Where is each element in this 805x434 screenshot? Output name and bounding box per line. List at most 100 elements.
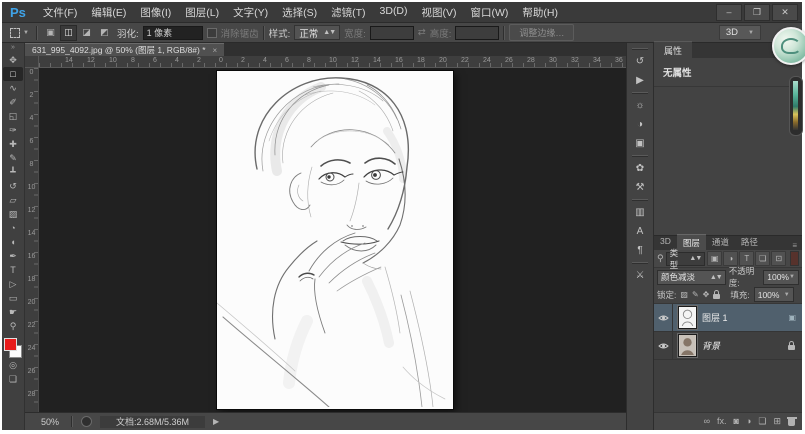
crop-tool[interactable]: ◱ bbox=[3, 109, 23, 123]
tool-preset-picker[interactable]: ▼ bbox=[7, 27, 32, 38]
shape-tool[interactable]: ▭ bbox=[3, 291, 23, 305]
feather-input[interactable]: 1 像素 bbox=[142, 25, 203, 40]
ruler-origin-corner[interactable] bbox=[25, 56, 39, 68]
paragraph-panel-icon[interactable]: ¶ bbox=[629, 241, 651, 260]
brush-presets-panel-icon[interactable]: ⚒ bbox=[629, 178, 651, 197]
layer-name[interactable]: 图层 1 bbox=[702, 311, 728, 324]
filter-shape-layers-icon[interactable]: ❏ bbox=[755, 251, 771, 266]
filter-adjustment-layers-icon[interactable]: ◑ bbox=[723, 251, 739, 266]
history-brush-tool[interactable]: ↺ bbox=[3, 179, 23, 193]
hand-tool[interactable]: ☛ bbox=[3, 305, 23, 319]
filter-kind-select[interactable]: 类型 ▲▼ bbox=[665, 248, 706, 270]
menu-file[interactable]: 文件(F) bbox=[36, 5, 84, 20]
menu-view[interactable]: 视图(V) bbox=[415, 5, 464, 20]
toolbar-collapse-icon[interactable]: » bbox=[11, 43, 15, 53]
close-button[interactable]: ✕ bbox=[772, 3, 798, 21]
menu-filter[interactable]: 滤镜(T) bbox=[324, 5, 372, 20]
screen-mode-button[interactable]: ❏ bbox=[3, 372, 23, 386]
panel-menu-icon[interactable]: ≡ bbox=[787, 241, 802, 250]
menu-3d[interactable]: 3D(D) bbox=[373, 5, 415, 20]
path-selection-tool[interactable]: ▷ bbox=[3, 277, 23, 291]
layer-name[interactable]: 背景 bbox=[702, 339, 720, 352]
blend-mode-select[interactable]: 颜色减淡 ▲▼ bbox=[657, 269, 726, 285]
add-mask-icon[interactable]: ◙ bbox=[734, 417, 739, 426]
vertical-ruler[interactable]: 0 2 4 6 8 10 12 14 16 18 20 22 24 26 28 bbox=[25, 68, 39, 412]
menu-image[interactable]: 图像(I) bbox=[133, 5, 178, 20]
refine-edge-button[interactable]: 调整边缘… bbox=[509, 24, 575, 41]
menu-window[interactable]: 窗口(W) bbox=[464, 5, 516, 20]
add-to-selection-button[interactable]: ◫ bbox=[59, 24, 77, 41]
rectangular-marquee-tool[interactable]: □ bbox=[3, 67, 23, 81]
opacity-select[interactable]: 100% ▼ bbox=[763, 269, 799, 285]
layer-style-icon[interactable]: fx. bbox=[717, 417, 727, 426]
lasso-tool[interactable]: ∿ bbox=[3, 81, 23, 95]
brush-tool[interactable]: ✎ bbox=[3, 151, 23, 165]
tab-properties[interactable]: 属性 bbox=[654, 41, 693, 58]
zoom-tool[interactable]: ⚲ bbox=[3, 319, 23, 333]
eyedropper-tool[interactable]: ✑ bbox=[3, 123, 23, 137]
lock-transparent-icon[interactable]: ▨ bbox=[680, 290, 688, 299]
antialias-checkbox[interactable] bbox=[206, 27, 217, 38]
new-layer-icon[interactable]: ⊞ bbox=[773, 417, 781, 426]
fill-select[interactable]: 100% ▼ bbox=[753, 287, 794, 302]
menu-help[interactable]: 帮助(H) bbox=[515, 5, 565, 20]
menu-type[interactable]: 文字(Y) bbox=[226, 5, 275, 20]
new-selection-button[interactable]: ▣ bbox=[42, 25, 59, 41]
layer-row-layer1[interactable]: 图层 1 ▣ bbox=[654, 304, 802, 332]
quick-mask-button[interactable]: ◎ bbox=[3, 358, 23, 372]
zoom-level-field[interactable]: 50% bbox=[37, 417, 63, 427]
measurement-log-panel-icon[interactable]: ⚔ bbox=[629, 262, 651, 285]
horizontal-ruler[interactable]: 14 12 10 8 6 4 2 0 2 4 6 8 10 12 14 16 18 20 22 24 26 28 30 32 3… bbox=[39, 56, 626, 68]
brush-panel-icon[interactable]: ✿ bbox=[629, 155, 651, 178]
style-select[interactable]: 正常 ▲▼ bbox=[294, 25, 341, 40]
gradient-tool[interactable]: ▨ bbox=[3, 207, 23, 221]
new-group-icon[interactable]: ❏ bbox=[758, 417, 766, 426]
document-tab[interactable]: 631_995_4092.jpg @ 50% (图层 1, RGB/8#) * … bbox=[25, 43, 225, 56]
menu-edit[interactable]: 编辑(E) bbox=[84, 5, 133, 20]
tab-channels[interactable]: 通道 bbox=[706, 234, 735, 250]
status-expand-arrow[interactable]: ▶ bbox=[213, 417, 219, 426]
delete-layer-icon[interactable] bbox=[786, 417, 797, 426]
eraser-tool[interactable]: ▱ bbox=[3, 193, 23, 207]
pen-tool[interactable]: ✒ bbox=[3, 249, 23, 263]
height-input[interactable] bbox=[455, 25, 500, 40]
intersect-selection-button[interactable]: ◩ bbox=[96, 25, 113, 41]
character-panel-icon[interactable]: A bbox=[629, 222, 651, 241]
menu-layer[interactable]: 图层(L) bbox=[178, 5, 226, 20]
lock-all-icon[interactable] bbox=[713, 290, 721, 299]
foreground-color-swatch[interactable] bbox=[4, 338, 17, 351]
visibility-toggle[interactable] bbox=[654, 332, 673, 359]
adjustment-layer-icon[interactable]: ◑ bbox=[746, 417, 751, 426]
filter-lock-toggle[interactable] bbox=[790, 251, 799, 266]
width-input[interactable] bbox=[369, 25, 414, 40]
layer-thumbnail[interactable] bbox=[677, 333, 698, 358]
history-panel-icon[interactable]: ↺ bbox=[629, 48, 651, 71]
adjustments-panel-icon[interactable]: ◑ bbox=[629, 115, 651, 134]
workspace-switcher[interactable]: 3D ▼ bbox=[718, 25, 761, 40]
swap-dimensions-icon[interactable]: ⇄ bbox=[418, 27, 426, 38]
spot-healing-brush-tool[interactable]: ✚ bbox=[3, 137, 23, 151]
visibility-toggle[interactable] bbox=[654, 304, 673, 331]
quick-selection-tool[interactable]: ✐ bbox=[3, 95, 23, 109]
actions-panel-icon[interactable]: ▶ bbox=[629, 71, 651, 90]
move-tool[interactable]: ✥ bbox=[3, 53, 23, 67]
clone-stamp-tool[interactable]: ┻ bbox=[3, 165, 23, 179]
type-tool[interactable]: T bbox=[3, 263, 23, 277]
lock-paint-icon[interactable]: ✎ bbox=[692, 290, 699, 299]
layer-row-background[interactable]: 背景 bbox=[654, 332, 802, 360]
blur-tool[interactable]: ◔ bbox=[3, 221, 23, 235]
restore-button[interactable]: ❐ bbox=[744, 3, 770, 21]
dodge-tool[interactable]: ◖ bbox=[3, 235, 23, 249]
clone-source-panel-icon[interactable]: ▥ bbox=[629, 199, 651, 222]
menu-select[interactable]: 选择(S) bbox=[275, 5, 324, 20]
filter-smart-objects-icon[interactable]: ⊡ bbox=[771, 251, 787, 266]
minimize-button[interactable]: – bbox=[716, 3, 742, 21]
layer-thumbnail[interactable] bbox=[677, 305, 698, 330]
subtract-from-selection-button[interactable]: ◪ bbox=[78, 25, 95, 41]
styles-panel-icon[interactable]: ☼ bbox=[629, 92, 651, 115]
canvas[interactable] bbox=[217, 71, 453, 409]
tab-close-icon[interactable]: × bbox=[213, 46, 218, 55]
link-layers-icon[interactable]: ∞ bbox=[704, 417, 710, 426]
layer-comps-panel-icon[interactable]: ▣ bbox=[629, 134, 651, 153]
tab-paths[interactable]: 路径 bbox=[735, 234, 764, 250]
